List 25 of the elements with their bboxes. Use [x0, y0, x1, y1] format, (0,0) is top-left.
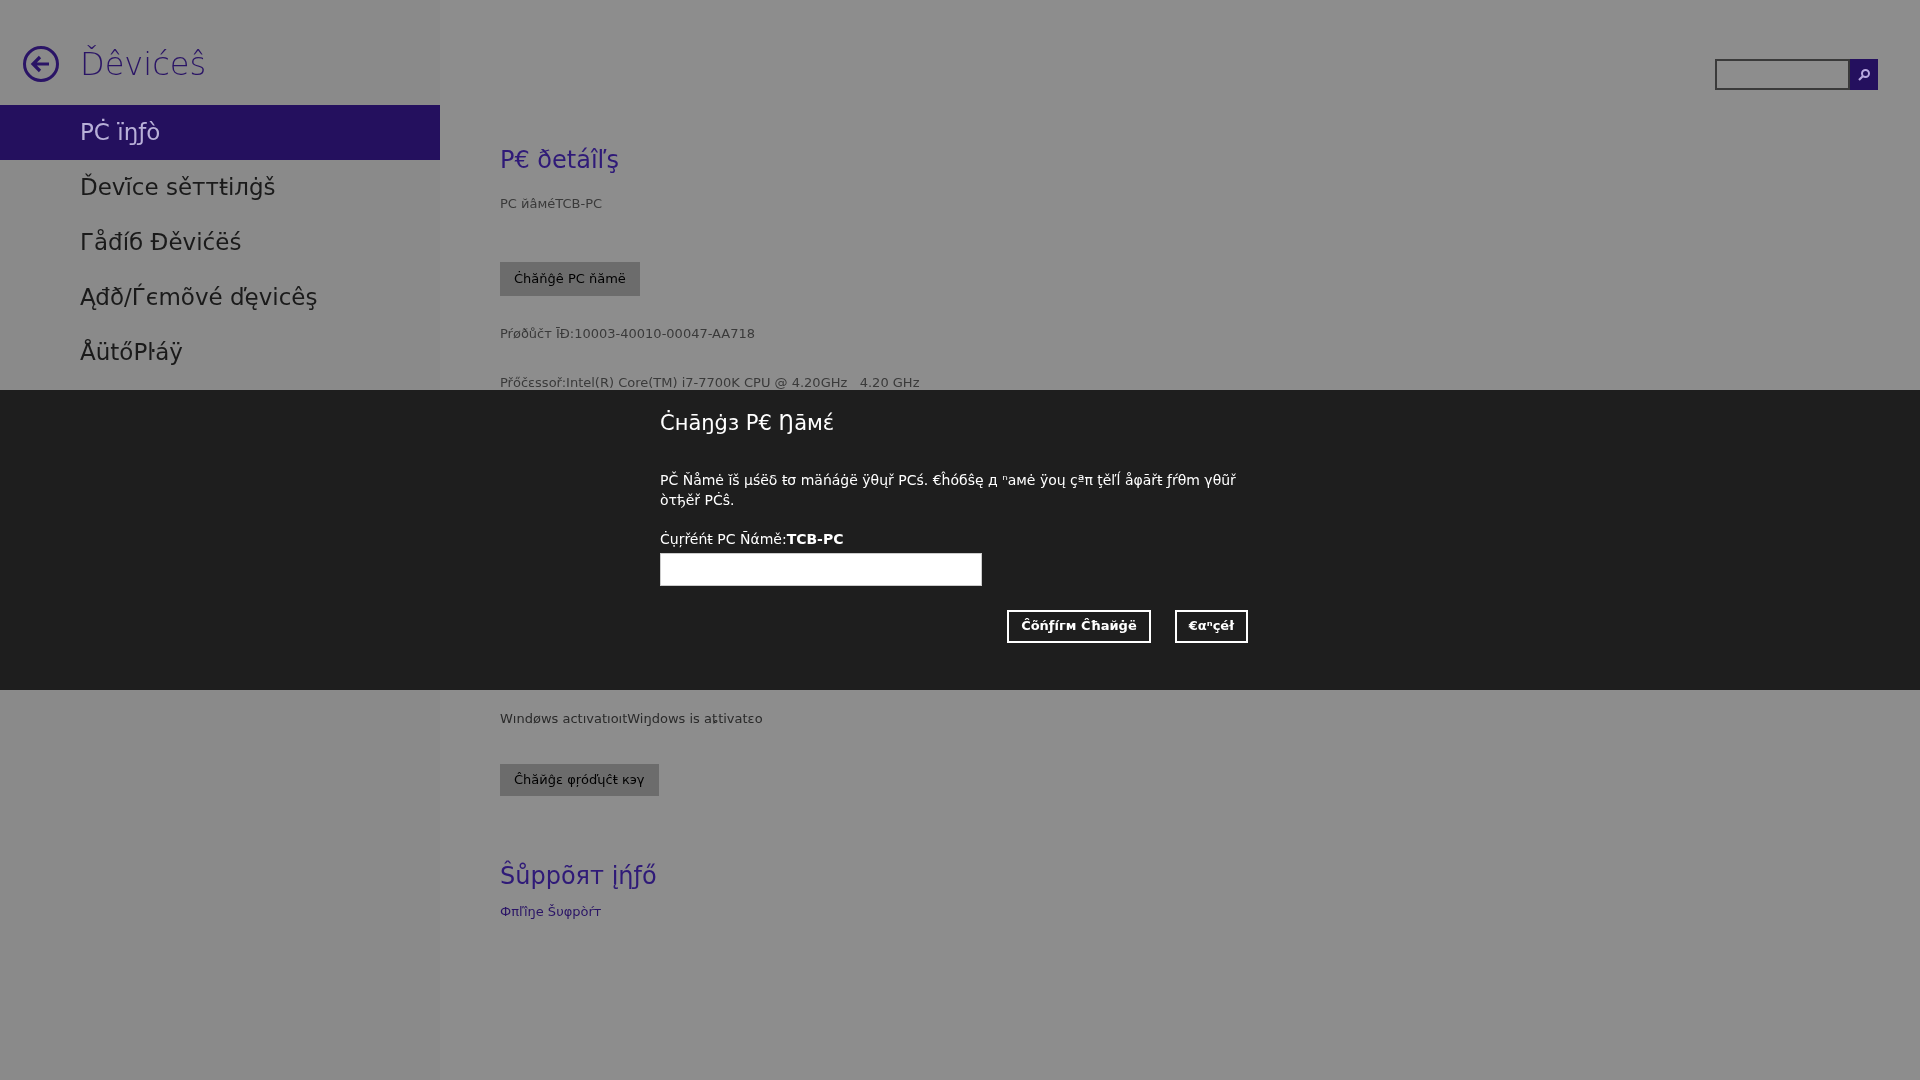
activation-text: Wındøws actıvatıoıtWiŋdows is aȶtivatɛo [500, 709, 763, 728]
change-product-key-button[interactable]: Ĉhăйĝε φŗóďɥĉŧ кэγ [500, 764, 659, 796]
change-name-button[interactable]: Ċhăňĝê PC ňămë [500, 261, 640, 296]
cancel-button[interactable]: €αⁿçéł [1174, 609, 1248, 643]
section-heading: Ŝůppõят įήƒő [500, 859, 657, 892]
sidebar-item[interactable]: PĊ ïŋƒò [0, 105, 440, 160]
page-title: Ďêvićeŝ [80, 44, 207, 85]
processor-text: Přőčεssoř:Intel(R) Core(TM) i7-7700K CPU @ 4.20GHz 4.20 GHz [500, 374, 920, 392]
sidebar-item[interactable]: Гåđíб Đěvićëś [0, 215, 440, 270]
product-id-text: Pŕøðůčт ĪĐ:10003-40010-00047-AA718 [500, 324, 756, 343]
pc-name-text: PC йâмéTCB-PC [500, 195, 603, 213]
dialog-title: Ċнāŋġз P€ Ŋāмέ [660, 409, 836, 437]
back-icon[interactable] [22, 45, 60, 83]
search-button[interactable] [1850, 59, 1878, 90]
name-input[interactable] [660, 552, 982, 586]
confirm-button[interactable]: Ĉõńƒíгм Ĉħaйġë [1007, 609, 1151, 643]
sidebar-item[interactable]: Ďevĭ̇ce sěттŧiлġš [0, 160, 440, 215]
search-icon [1857, 67, 1871, 82]
dialog-message: PČ Ňåmė ĭš μśëδ ŧσ mäńáġë ÿθųř PCś. €ĥóбŝę д ⁿамė ÿoų çªπ ţěľĺ åφāřŧ ƒŕθm γθũř òτђěř PĊŝ. [660, 470, 1237, 510]
current-name-label: Ċụŗřéńŧ PC Ñάmě:TCB-PC [660, 529, 845, 549]
online-support-link[interactable]: Фπľîŋe Šυφpòŕт [500, 902, 602, 922]
section-heading: P€ ðetáîľş [500, 145, 620, 176]
sidebar-item[interactable]: ÅütőPŀáÿ [0, 325, 440, 380]
search-field[interactable] [1715, 59, 1850, 90]
sidebar-item[interactable]: Ąđð/Ѓєmõvé ďęvicêş [0, 270, 440, 325]
